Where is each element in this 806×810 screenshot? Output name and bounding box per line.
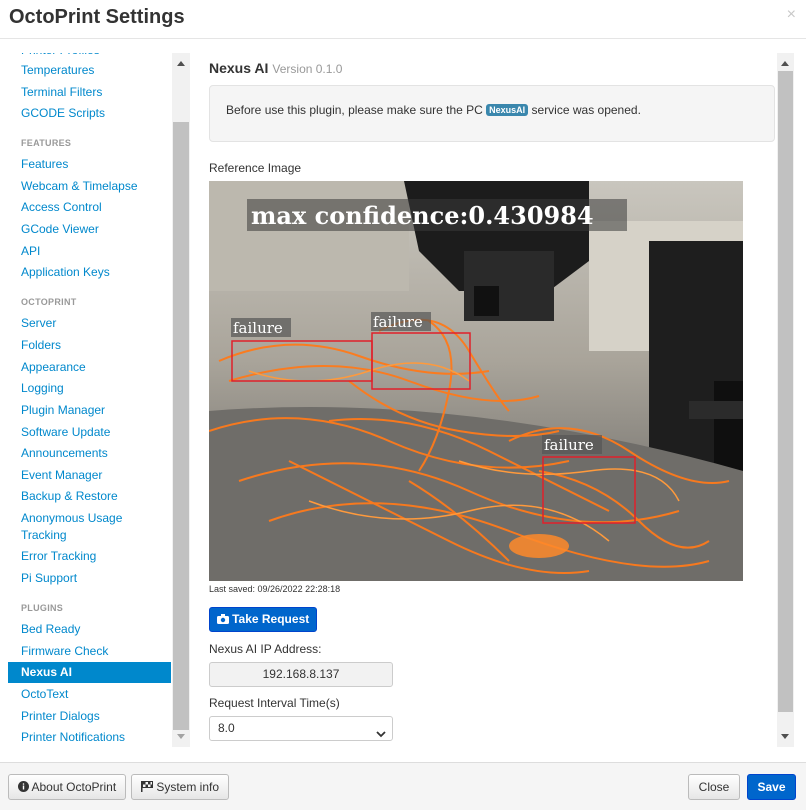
take-request-label: Take Request [232,612,310,626]
sidebar-item-temperatures[interactable]: Temperatures [8,60,171,81]
info-icon [17,780,32,794]
sidebar-item-api[interactable]: API [8,241,171,262]
detection-label-1: failure [233,319,283,337]
interval-select[interactable]: 8.0 [209,716,393,741]
settings-sidebar: Printer Profiles Temperatures Terminal F… [8,53,190,747]
sidebar-item-logging[interactable]: Logging [8,378,171,399]
content-scrollbar-thumb[interactable] [778,71,793,712]
confidence-overlay: max confidence:0.430984 [251,201,594,230]
detection-label-3: failure [544,436,594,454]
system-info-button[interactable]: System info [131,774,229,800]
sidebar-item-folders[interactable]: Folders [8,335,171,356]
dialog-footer: About OctoPrint System info Close Save [0,762,806,810]
system-info-label: System info [156,780,220,794]
reference-image: max confidence:0.430984 failure failure … [209,181,743,581]
sidebar-item-server[interactable]: Server [8,313,171,334]
sidebar-item-bed-ready[interactable]: Bed Ready [8,619,171,640]
about-label: About OctoPrint [31,780,117,794]
sidebar-item-access-control[interactable]: Access Control [8,197,171,218]
nexusai-badge: NexusAI [486,104,529,116]
camera-icon [216,612,232,626]
sidebar-item-announcements[interactable]: Announcements [8,443,171,464]
chevron-down-icon [376,724,386,747]
sidebar-item-event-manager[interactable]: Event Manager [8,465,171,486]
sidebar-item-features[interactable]: Features [8,154,171,175]
sidebar-scrollbar-thumb[interactable] [173,122,189,730]
sidebar-item-software-update[interactable]: Software Update [8,422,171,443]
sidebar-item-plugin-manager[interactable]: Plugin Manager [8,400,171,421]
sidebar-item-terminal-filters[interactable]: Terminal Filters [8,82,171,103]
sidebar-item-printer-dialogs[interactable]: Printer Dialogs [8,706,171,727]
dialog-title: OctoPrint Settings [9,6,185,28]
notice-text-before: Before use this plugin, please make sure… [226,103,483,117]
sidebar-item-firmware-check[interactable]: Firmware Check [8,641,171,662]
plugin-name: Nexus AI [209,60,269,76]
notice-well: Before use this plugin, please make sure… [209,85,775,142]
nav-header-features: FEATURES [21,138,72,148]
dialog-header: OctoPrint Settings × [0,0,806,39]
sidebar-item-error-tracking[interactable]: Error Tracking [8,546,171,567]
sidebar-scroll-down-icon[interactable] [177,734,185,739]
sidebar-item-webcam[interactable]: Webcam & Timelapse [8,176,171,197]
sidebar-item-octotext[interactable]: OctoText [8,684,171,705]
sidebar-item-printer-notifications[interactable]: Printer Notifications [8,727,171,747]
notice-text-after: service was opened. [531,103,641,117]
sidebar-item-backup-restore[interactable]: Backup & Restore [8,486,171,507]
about-octoprint-button[interactable]: About OctoPrint [8,774,126,800]
ip-address-input[interactable]: 192.168.8.137 [209,662,393,687]
ip-address-label: Nexus AI IP Address: [209,642,322,656]
save-button[interactable]: Save [747,774,796,800]
close-button[interactable]: Close [688,774,740,800]
plugin-version: Version 0.1.0 [272,62,343,76]
sidebar-item-anonymous-usage-tracking[interactable]: Anonymous Usage Tracking [8,509,128,545]
sidebar-item-pi-support[interactable]: Pi Support [8,568,171,589]
nav-header-octoprint: OCTOPRINT [21,297,77,307]
plugin-title: Nexus AI Version 0.1.0 [209,60,342,76]
interval-label: Request Interval Time(s) [209,696,340,710]
flag-checkered-icon [140,780,156,794]
sidebar-item-gcode-scripts[interactable]: GCODE Scripts [8,103,171,124]
content-scroll-down-icon[interactable] [781,734,789,739]
last-saved-text: Last saved: 09/26/2022 22:28:18 [209,584,341,594]
sidebar-item-nexus-ai[interactable]: Nexus AI [8,662,171,683]
close-icon[interactable]: × [787,6,796,24]
nav-header-plugins: PLUGINS [21,603,64,613]
reference-image-label: Reference Image [209,161,302,175]
sidebar-item-gcode-viewer[interactable]: GCode Viewer [8,219,171,240]
detection-label-2: failure [373,313,423,331]
sidebar-item-application-keys[interactable]: Application Keys [8,262,171,283]
interval-value: 8.0 [218,721,235,735]
content-scroll-up-icon[interactable] [781,61,789,66]
take-request-button[interactable]: Take Request [209,607,317,632]
sidebar-item-appearance[interactable]: Appearance [8,357,171,378]
reference-image-drawing: max confidence:0.430984 failure failure … [209,181,743,581]
sidebar-scroll-up-icon[interactable] [177,61,185,66]
